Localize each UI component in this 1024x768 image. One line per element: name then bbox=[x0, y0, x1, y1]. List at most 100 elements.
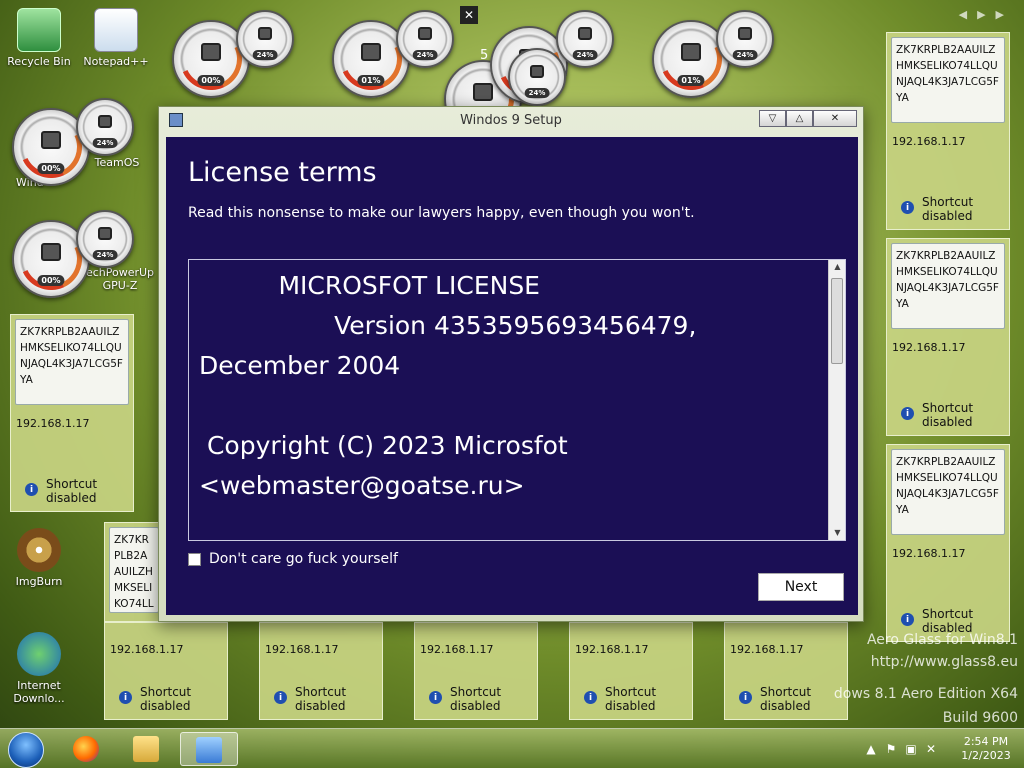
shortcut-tile[interactable]: ZK7KRPLB2AAUILZHMKSELIKO74LLQUNJAQL4K3JA… bbox=[10, 314, 134, 512]
setup-icon bbox=[196, 737, 222, 763]
cpu-chip-icon bbox=[361, 42, 381, 61]
arrow-left-icon[interactable]: ◀ bbox=[959, 8, 967, 21]
gauge-percent: 24% bbox=[732, 50, 758, 60]
memory-gauge[interactable]: 24% bbox=[236, 10, 294, 68]
desktop-icon-label: echPowerUp GPU-Z bbox=[85, 266, 155, 292]
taskbar-explorer[interactable] bbox=[120, 732, 172, 766]
gauge-percent: 24% bbox=[92, 250, 118, 260]
watermark-line1: Aero Glass for Win8.1 bbox=[866, 632, 1018, 648]
tile-ip: 192.168.1.17 bbox=[265, 643, 339, 656]
shortcut-label: Shortcut bbox=[140, 685, 192, 699]
scroll-up-icon[interactable]: ▲ bbox=[829, 260, 845, 274]
start-button[interactable] bbox=[8, 732, 44, 768]
volume-muted-icon[interactable]: ✕ bbox=[924, 742, 938, 756]
setup-window: Windos 9 Setup ▽ △ ✕ License terms Read … bbox=[158, 106, 864, 622]
tile-ip: 192.168.1.17 bbox=[16, 417, 90, 430]
arrow-right-end-icon[interactable]: ▶ bbox=[996, 8, 1004, 21]
gauge-percent: 24% bbox=[252, 50, 278, 60]
cpu-chip-icon bbox=[681, 42, 701, 61]
gauge-percent: 01% bbox=[357, 75, 385, 86]
network-icon[interactable]: ▣ bbox=[904, 742, 918, 756]
arrow-right-icon[interactable]: ▶ bbox=[977, 8, 985, 21]
minimize-button[interactable]: ▽ bbox=[759, 110, 786, 127]
shortcut-tile[interactable]: ZK7KRPLB2AAUILZHMKSELIKO74LLQUNJAQL4K3JA… bbox=[886, 238, 1010, 436]
info-icon: i bbox=[584, 691, 597, 704]
memory-gauge[interactable]: 24% bbox=[396, 10, 454, 68]
shortcut-tile[interactable]: 192.168.1.17 i Shortcut disabled bbox=[414, 622, 538, 720]
shortcut-label: Shortcut bbox=[295, 685, 347, 699]
notepad-plus-plus-icon bbox=[94, 8, 138, 52]
tile-code: ZK7KRPLB2AAUILZHMKSELIKO74LLQUNJAQL4K3JA… bbox=[891, 243, 1005, 329]
shortcut-tile[interactable]: ZK7KRPLB2AAUILZHMKSELIKO74LLQUNJAQL4K3JA… bbox=[886, 32, 1010, 230]
memory-gauge[interactable]: 24% bbox=[508, 48, 566, 106]
watermark-line3: dows 8.1 Aero Edition X64 bbox=[833, 686, 1018, 702]
cpu-chip-icon bbox=[201, 42, 221, 61]
desktop-icon-recycle-bin[interactable]: Recycle Bin bbox=[2, 8, 76, 68]
shortcut-status: disabled bbox=[760, 699, 811, 713]
tile-ip: 192.168.1.17 bbox=[110, 643, 184, 656]
cpu-chip-icon bbox=[41, 242, 61, 261]
info-icon: i bbox=[274, 691, 287, 704]
scroll-thumb[interactable] bbox=[831, 278, 843, 364]
tile-ip: 192.168.1.17 bbox=[892, 341, 966, 354]
shortcut-tile[interactable]: 192.168.1.17 i Shortcut disabled bbox=[259, 622, 383, 720]
shortcut-status: disabled bbox=[140, 699, 191, 713]
memory-chip-icon bbox=[738, 26, 752, 40]
memory-chip-icon bbox=[98, 114, 112, 128]
desktop-icon-notepad-plus-plus[interactable]: Notepad++ bbox=[79, 8, 153, 68]
memory-gauge[interactable]: 24% bbox=[716, 10, 774, 68]
shortcut-label: Shortcut bbox=[922, 195, 974, 209]
maximize-button[interactable]: △ bbox=[786, 110, 813, 127]
tile-code: ZK7KRPLB2AAUILZHMKSELIKO74LLQUNJAQL4K3JA… bbox=[15, 319, 129, 405]
cpu-chip-icon bbox=[41, 130, 61, 149]
memory-gauge[interactable]: 24% bbox=[556, 10, 614, 68]
agree-checkbox-row[interactable]: Don't care go fuck yourself bbox=[188, 551, 398, 567]
tile-code: ZK7KRPLB2AAUILZHMKSELIKO74LLQUNJAQL4K3JA… bbox=[891, 37, 1005, 123]
shortcut-label: Shortcut bbox=[46, 477, 98, 491]
tile-ip: 192.168.1.17 bbox=[892, 135, 966, 148]
taskbar-setup[interactable] bbox=[180, 732, 238, 766]
watermark-line4: Build 9600 bbox=[942, 710, 1018, 726]
memory-gauge[interactable]: 24% bbox=[76, 98, 134, 156]
shortcut-status: disabled bbox=[605, 699, 656, 713]
memory-gauge[interactable]: 24% bbox=[76, 210, 134, 268]
gauge-percent: 00% bbox=[197, 75, 225, 86]
license-scrollbar[interactable]: ▲ ▼ bbox=[828, 260, 845, 540]
desktop-icon-label: ImgBurn bbox=[15, 575, 63, 588]
info-icon: i bbox=[739, 691, 752, 704]
shortcut-tile[interactable]: 192.168.1.17 i Shortcut disabled bbox=[104, 622, 228, 720]
window-title: Windos 9 Setup bbox=[460, 113, 562, 128]
taskbar-firefox[interactable] bbox=[60, 732, 112, 766]
chevron-up-icon[interactable]: ▲ bbox=[864, 742, 878, 756]
desktop-icon-label: Internet Downlo... bbox=[13, 679, 65, 705]
shortcut-tile[interactable]: 192.168.1.17 i Shortcut disabled bbox=[724, 622, 848, 720]
gauge-percent: 01% bbox=[677, 75, 705, 86]
shortcut-status: disabled bbox=[295, 699, 346, 713]
cpu-chip-icon bbox=[473, 82, 493, 101]
gauge-percent: 00% bbox=[37, 275, 65, 286]
flag-icon[interactable]: ⚑ bbox=[884, 742, 898, 756]
next-button[interactable]: Next bbox=[758, 573, 844, 601]
info-icon: i bbox=[25, 483, 38, 496]
shortcut-tile[interactable]: 192.168.1.17 i Shortcut disabled bbox=[569, 622, 693, 720]
shortcut-label: Shortcut bbox=[922, 607, 974, 621]
desktop-icon-internet-download-manager[interactable]: Internet Downlo... bbox=[2, 632, 76, 705]
clock[interactable]: 2:54 PM 1/2/2023 bbox=[956, 735, 1016, 763]
desktop-icon-imgburn[interactable]: ImgBurn bbox=[2, 528, 76, 588]
title-bar[interactable]: Windos 9 Setup ▽ △ ✕ bbox=[159, 107, 863, 133]
recycle-bin-icon bbox=[17, 8, 61, 52]
shortcut-status: disabled bbox=[922, 415, 973, 429]
scroll-down-icon[interactable]: ▼ bbox=[829, 526, 845, 540]
info-icon: i bbox=[901, 201, 914, 214]
shortcut-label: Shortcut bbox=[605, 685, 657, 699]
close-button[interactable]: ✕ bbox=[813, 110, 857, 127]
shortcut-tile[interactable]: ZK7KRPLB2AAUILZHMKSELIKO74LLQUNJAQL4K3JA… bbox=[104, 522, 164, 622]
widget-close-button[interactable]: ✕ bbox=[460, 6, 478, 24]
desktop-icon-label: TeamOS bbox=[94, 156, 140, 169]
tile-code: ZK7KRPLB2AAUILZHMKSELIKO74LLQUNJAQL4K3JA… bbox=[109, 527, 159, 613]
agree-checkbox[interactable] bbox=[188, 552, 201, 566]
shortcut-tile[interactable]: ZK7KRPLB2AAUILZHMKSELIKO74LLQUNJAQL4K3JA… bbox=[886, 444, 1010, 642]
info-icon: i bbox=[901, 613, 914, 626]
license-textbox[interactable]: MICROSFOT LICENSE Version 43535956934564… bbox=[188, 259, 846, 541]
agree-checkbox-label: Don't care go fuck yourself bbox=[209, 551, 398, 567]
